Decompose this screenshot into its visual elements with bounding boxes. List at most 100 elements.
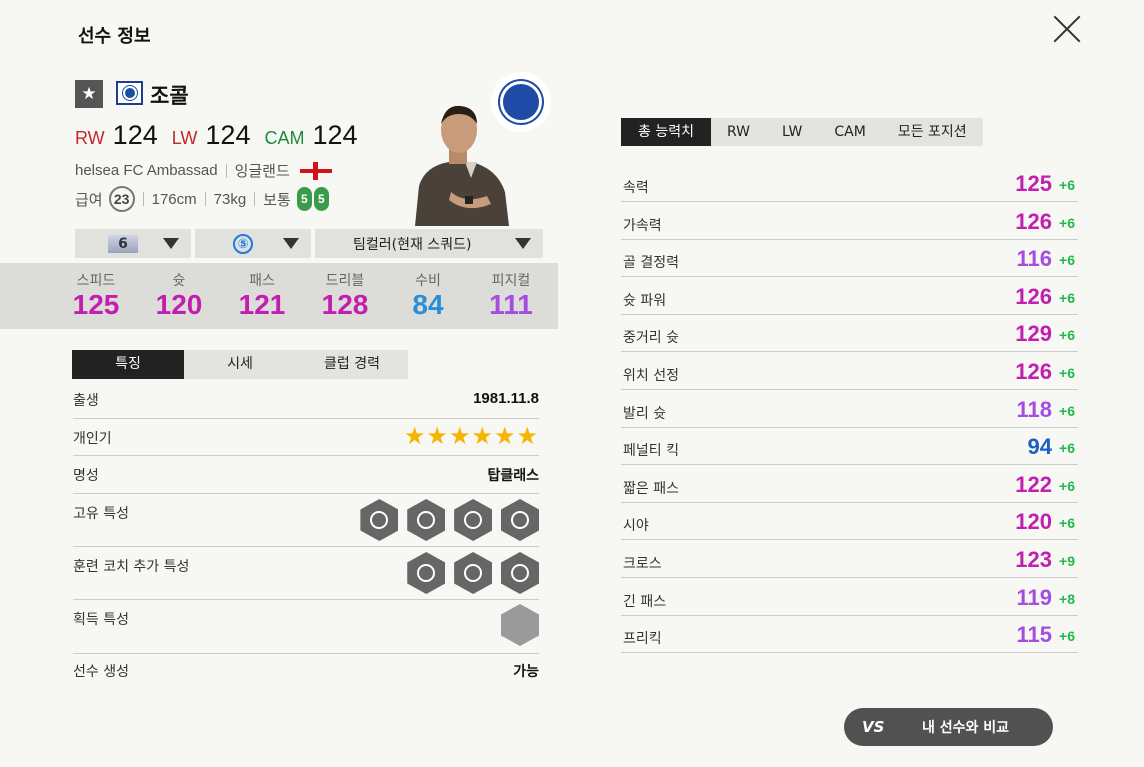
attribute-row: 프리킥 115 +6 bbox=[621, 616, 1078, 654]
stat-label: 패스 bbox=[249, 273, 275, 289]
unique-traits-icons bbox=[356, 499, 539, 545]
trait-icon[interactable] bbox=[501, 499, 539, 541]
tab-price[interactable]: 시세 bbox=[184, 350, 296, 379]
attribute-value: 126 bbox=[1015, 283, 1052, 309]
trait-icon[interactable] bbox=[501, 552, 539, 594]
team-name: helsea FC Ambassad bbox=[75, 162, 218, 179]
acquired-traits-row: 획득 특성 bbox=[73, 604, 539, 654]
player-name: 조콜 bbox=[150, 84, 189, 108]
england-flag-icon bbox=[299, 161, 332, 180]
right-foot-value: 5 bbox=[313, 187, 329, 211]
stat-passing: 패스 121 bbox=[227, 270, 297, 321]
stat-physical: 피지컬 111 bbox=[476, 270, 546, 321]
position-label: LW bbox=[171, 128, 198, 148]
chevron-down-icon bbox=[163, 238, 179, 249]
salary-value: 23 bbox=[108, 186, 135, 212]
trait-icon[interactable] bbox=[407, 499, 446, 541]
physical-row: 급여 23 176cm 73kg 보통 5 5 bbox=[75, 186, 331, 212]
right-tabs: 총 능력치 RW LW CAM 모든 포지션 bbox=[621, 118, 983, 146]
attribute-row: 중거리 슛 129 +6 bbox=[621, 315, 1078, 353]
position-value: 124 bbox=[312, 120, 358, 150]
attribute-bonus: +6 bbox=[1059, 327, 1075, 344]
body-type: 보통 bbox=[263, 191, 291, 209]
birth-row: 출생 1981.11.8 bbox=[73, 390, 539, 419]
tab-cam[interactable]: CAM bbox=[818, 118, 881, 146]
stat-label: 피지컬 bbox=[491, 273, 531, 289]
stat-label: 스피드 bbox=[76, 273, 116, 289]
unique-traits-label: 고유 특성 bbox=[73, 506, 129, 522]
attribute-row: 긴 패스 119 +8 bbox=[621, 579, 1078, 616]
nation-name: 잉글랜드 bbox=[234, 163, 290, 180]
left-tabs: 특징 시세 클럽 경력 bbox=[72, 350, 408, 379]
page-title: 선수 정보 bbox=[78, 26, 151, 47]
club-crest-icon bbox=[491, 72, 551, 132]
attribute-row: 발리 슛 118 +6 bbox=[621, 391, 1078, 428]
attribute-bonus: +6 bbox=[1059, 515, 1075, 532]
create-row: 선수 생성 가능 bbox=[73, 661, 539, 689]
team-nation-row: helsea FC Ambassad 잉글랜드 bbox=[75, 160, 332, 181]
tab-club-career[interactable]: 클럽 경력 bbox=[296, 350, 408, 379]
attribute-label: 프리킥 bbox=[623, 631, 662, 648]
attribute-label: 위치 선정 bbox=[623, 368, 679, 384]
attribute-row: 속력 125 +6 bbox=[621, 165, 1078, 202]
stat-value: 120 bbox=[155, 289, 203, 320]
attribute-bonus: +6 bbox=[1059, 628, 1075, 645]
trait-icon[interactable] bbox=[360, 499, 399, 541]
birth-label: 출생 bbox=[73, 393, 99, 409]
stat-shooting: 슛 120 bbox=[144, 270, 214, 321]
lock-icon bbox=[501, 604, 539, 650]
close-icon[interactable] bbox=[1052, 14, 1082, 44]
tab-lw[interactable]: LW bbox=[766, 118, 818, 146]
attribute-label: 긴 패스 bbox=[623, 593, 667, 610]
attribute-label: 중거리 슛 bbox=[623, 330, 679, 347]
create-label: 선수 생성 bbox=[73, 664, 129, 680]
fame-row: 명성 탑클래스 bbox=[73, 465, 539, 494]
attribute-bonus: +6 bbox=[1059, 402, 1075, 419]
stat-defending: 수비 84 bbox=[393, 270, 463, 321]
popularity-row: 개인기 ★★★★★★ bbox=[73, 422, 539, 456]
foot-icon: 5 5 bbox=[296, 187, 331, 211]
teamcolor-value: 팀컬러(현재 스쿼드) bbox=[353, 236, 472, 253]
attribute-row: 슛 파워 126 +6 bbox=[621, 278, 1078, 315]
stat-speed: 스피드 125 bbox=[61, 270, 131, 321]
trait-icon[interactable] bbox=[454, 499, 493, 541]
tab-rw[interactable]: RW bbox=[711, 118, 766, 146]
attribute-label: 가속력 bbox=[623, 217, 662, 234]
enhance-dropdown[interactable]: ⑤ bbox=[195, 229, 311, 258]
attribute-label: 골 결정력 bbox=[623, 255, 679, 272]
popularity-label: 개인기 bbox=[73, 431, 112, 447]
trait-icon[interactable] bbox=[407, 552, 446, 594]
attribute-bonus: +6 bbox=[1059, 252, 1075, 269]
stat-label: 수비 bbox=[415, 273, 441, 289]
level-dropdown[interactable]: 6 bbox=[75, 229, 191, 258]
attribute-bonus: +6 bbox=[1059, 289, 1075, 306]
attribute-bonus: +6 bbox=[1059, 365, 1075, 381]
chevron-down-icon bbox=[283, 238, 299, 249]
height: 176cm bbox=[151, 190, 197, 208]
stat-value: 111 bbox=[489, 289, 533, 320]
attribute-label: 크로스 bbox=[623, 556, 662, 572]
attribute-bonus: +6 bbox=[1059, 477, 1075, 494]
coach-traits-row: 훈련 코치 추가 특성 bbox=[73, 552, 539, 600]
attribute-row: 골 결정력 116 +6 bbox=[621, 240, 1078, 278]
stat-label: 슛 bbox=[172, 273, 186, 289]
stat-value: 125 bbox=[72, 289, 120, 320]
attribute-value: 119 bbox=[1016, 584, 1053, 610]
compare-button[interactable]: VS 내 선수와 비교 bbox=[844, 708, 1053, 746]
stat-label: 드리블 bbox=[325, 273, 365, 289]
attribute-value: 126 bbox=[1015, 208, 1052, 234]
tab-all-positions[interactable]: 모든 포지션 bbox=[882, 118, 983, 146]
attribute-value: 118 bbox=[1016, 396, 1053, 422]
attribute-label: 발리 슛 bbox=[623, 405, 667, 422]
attribute-label: 페널티 킥 bbox=[623, 443, 679, 460]
tab-features[interactable]: 특징 bbox=[72, 350, 184, 379]
fame-label: 명성 bbox=[73, 468, 99, 484]
compare-label: 내 선수와 비교 bbox=[922, 720, 1010, 736]
trait-icon[interactable] bbox=[454, 552, 493, 594]
position-value: 124 bbox=[205, 120, 251, 150]
popularity-stars: ★★★★★★ bbox=[404, 422, 539, 450]
tab-total-stats[interactable]: 총 능력치 bbox=[621, 118, 711, 146]
position-label: CAM bbox=[264, 128, 305, 148]
teamcolor-dropdown[interactable]: 팀컬러(현재 스쿼드) bbox=[315, 229, 543, 258]
position-value: 124 bbox=[112, 120, 158, 150]
